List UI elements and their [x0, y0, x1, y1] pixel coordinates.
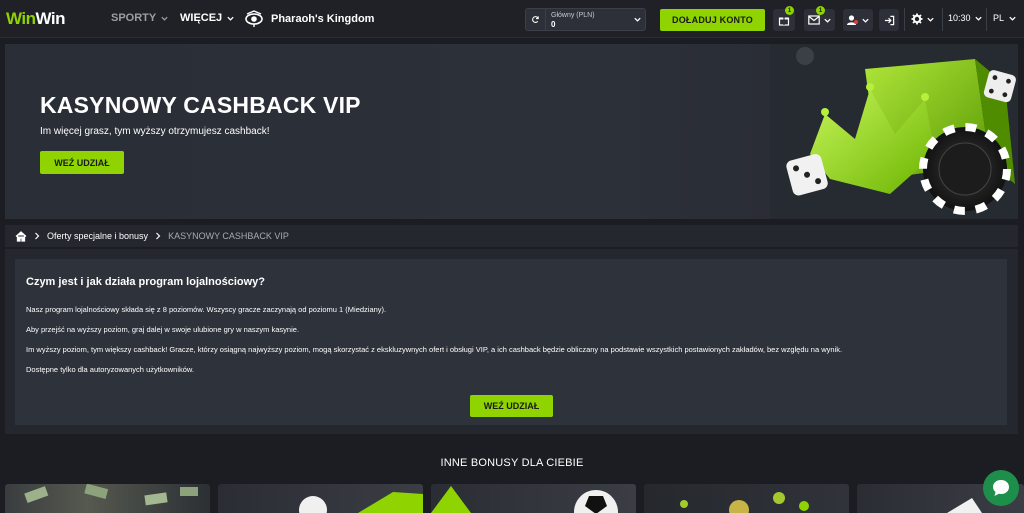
refresh-icon[interactable]: [526, 9, 546, 30]
join-button[interactable]: WEŹ UDZIAŁ: [470, 395, 553, 417]
loyalty-card: Czym jest i jak działa program lojalnośc…: [15, 259, 1007, 425]
logout-button[interactable]: [879, 9, 899, 31]
bonus-card[interactable]: [5, 484, 210, 513]
loyalty-paragraph: Aby przejść na wyższy poziom, graj dalej…: [26, 325, 300, 334]
balance-value: 0: [551, 19, 556, 29]
gift-button[interactable]: 1: [773, 6, 795, 31]
divider: [986, 8, 987, 31]
chat-button[interactable]: [983, 470, 1019, 506]
chevron-down-icon: [927, 17, 934, 22]
chevron-down-icon: [862, 18, 869, 23]
other-bonuses-title: INNE BONUSY DLA CIEBIE: [440, 457, 584, 469]
bonus-carousel: [0, 484, 1024, 513]
breadcrumb: Oferty specjalne i bonusy KASYNOWY CASHB…: [5, 225, 1018, 247]
language-label: PL: [993, 13, 1005, 23]
breadcrumb-current: KASYNOWY CASHBACK VIP: [168, 231, 289, 241]
balance-selector[interactable]: Główny (PLN) 0: [525, 8, 646, 31]
chat-icon: [993, 480, 1009, 496]
nav-pharaoh-label: Pharaoh's Kingdom: [271, 13, 375, 25]
pharaoh-eye-icon: [245, 10, 263, 27]
breadcrumb-special-offers[interactable]: Oferty specjalne i bonusy: [47, 231, 148, 241]
chevron-right-icon: [35, 232, 40, 240]
gold-coins-image: [680, 492, 809, 513]
money-rain-image: [24, 484, 198, 506]
bonus-card[interactable]: [218, 484, 423, 513]
winwin-logo[interactable]: WinWin: [6, 9, 66, 29]
gear-icon: [911, 13, 923, 25]
messages-button[interactable]: 1: [804, 6, 835, 31]
balance-label: Główny (PLN): [551, 11, 595, 19]
chevron-down-icon: [161, 16, 168, 21]
nav-more[interactable]: WIĘCEJ: [180, 12, 235, 24]
promo-banner: KASYNOWY CASHBACK VIP Im więcej grasz, t…: [5, 44, 1018, 219]
crown-chip-dice-illustration: [770, 44, 1018, 219]
chevron-down-icon: [227, 16, 234, 21]
gift-icon: [778, 17, 790, 26]
language-selector[interactable]: PL: [993, 13, 1017, 23]
loyalty-paragraph: Im wyższy poziom, tym większy cashback! …: [26, 345, 843, 354]
nav-sports-label: SPORTY: [111, 12, 157, 24]
nav-more-label: WIĘCEJ: [180, 12, 223, 24]
banner-subtitle: Im więcej grasz, tym wyższy otrzymujesz …: [40, 126, 270, 137]
chevron-down-icon: [633, 17, 641, 22]
loyalty-section: Czym jest i jak działa program lojalnośc…: [5, 249, 1018, 434]
user-icon: [847, 15, 858, 25]
mail-icon: [807, 15, 820, 25]
football-image: [431, 486, 618, 513]
top-header: WinWin SPORTY WIĘCEJ Pharaoh's Kingdom G…: [0, 0, 1024, 38]
loyalty-title: Czym jest i jak działa program lojalnośc…: [26, 276, 266, 288]
divider: [904, 8, 905, 31]
loyalty-paragraph: Nasz program lojalnościowy składa się z …: [26, 305, 387, 314]
clock-selector[interactable]: 10:30: [948, 13, 983, 23]
chevron-down-icon: [823, 18, 831, 23]
bonus-card[interactable]: [431, 484, 636, 513]
chevron-right-icon: [156, 232, 161, 240]
account-button[interactable]: [843, 9, 873, 31]
divider: [942, 8, 943, 31]
banner-title: KASYNOWY CASHBACK VIP: [40, 92, 361, 118]
loyalty-paragraph: Dostępne tylko dla autoryzowanych użytko…: [26, 365, 195, 374]
join-button[interactable]: WEŹ UDZIAŁ: [40, 151, 124, 174]
settings-button[interactable]: [911, 13, 935, 25]
home-icon[interactable]: [15, 230, 27, 242]
chevron-down-icon: [1009, 16, 1016, 21]
chevron-down-icon: [974, 16, 982, 21]
nav-pharaohs-kingdom[interactable]: Pharaoh's Kingdom: [244, 10, 374, 28]
nav-sports[interactable]: SPORTY: [111, 12, 169, 24]
tennis-ball-image: [299, 492, 423, 513]
logout-icon: [884, 15, 894, 25]
mail-badge: 1: [816, 6, 825, 15]
time-label: 10:30: [948, 13, 971, 23]
top-up-button[interactable]: DOŁADUJ KONTO: [660, 9, 765, 31]
gift-badge: 1: [785, 6, 794, 15]
bonus-card[interactable]: [644, 484, 849, 513]
